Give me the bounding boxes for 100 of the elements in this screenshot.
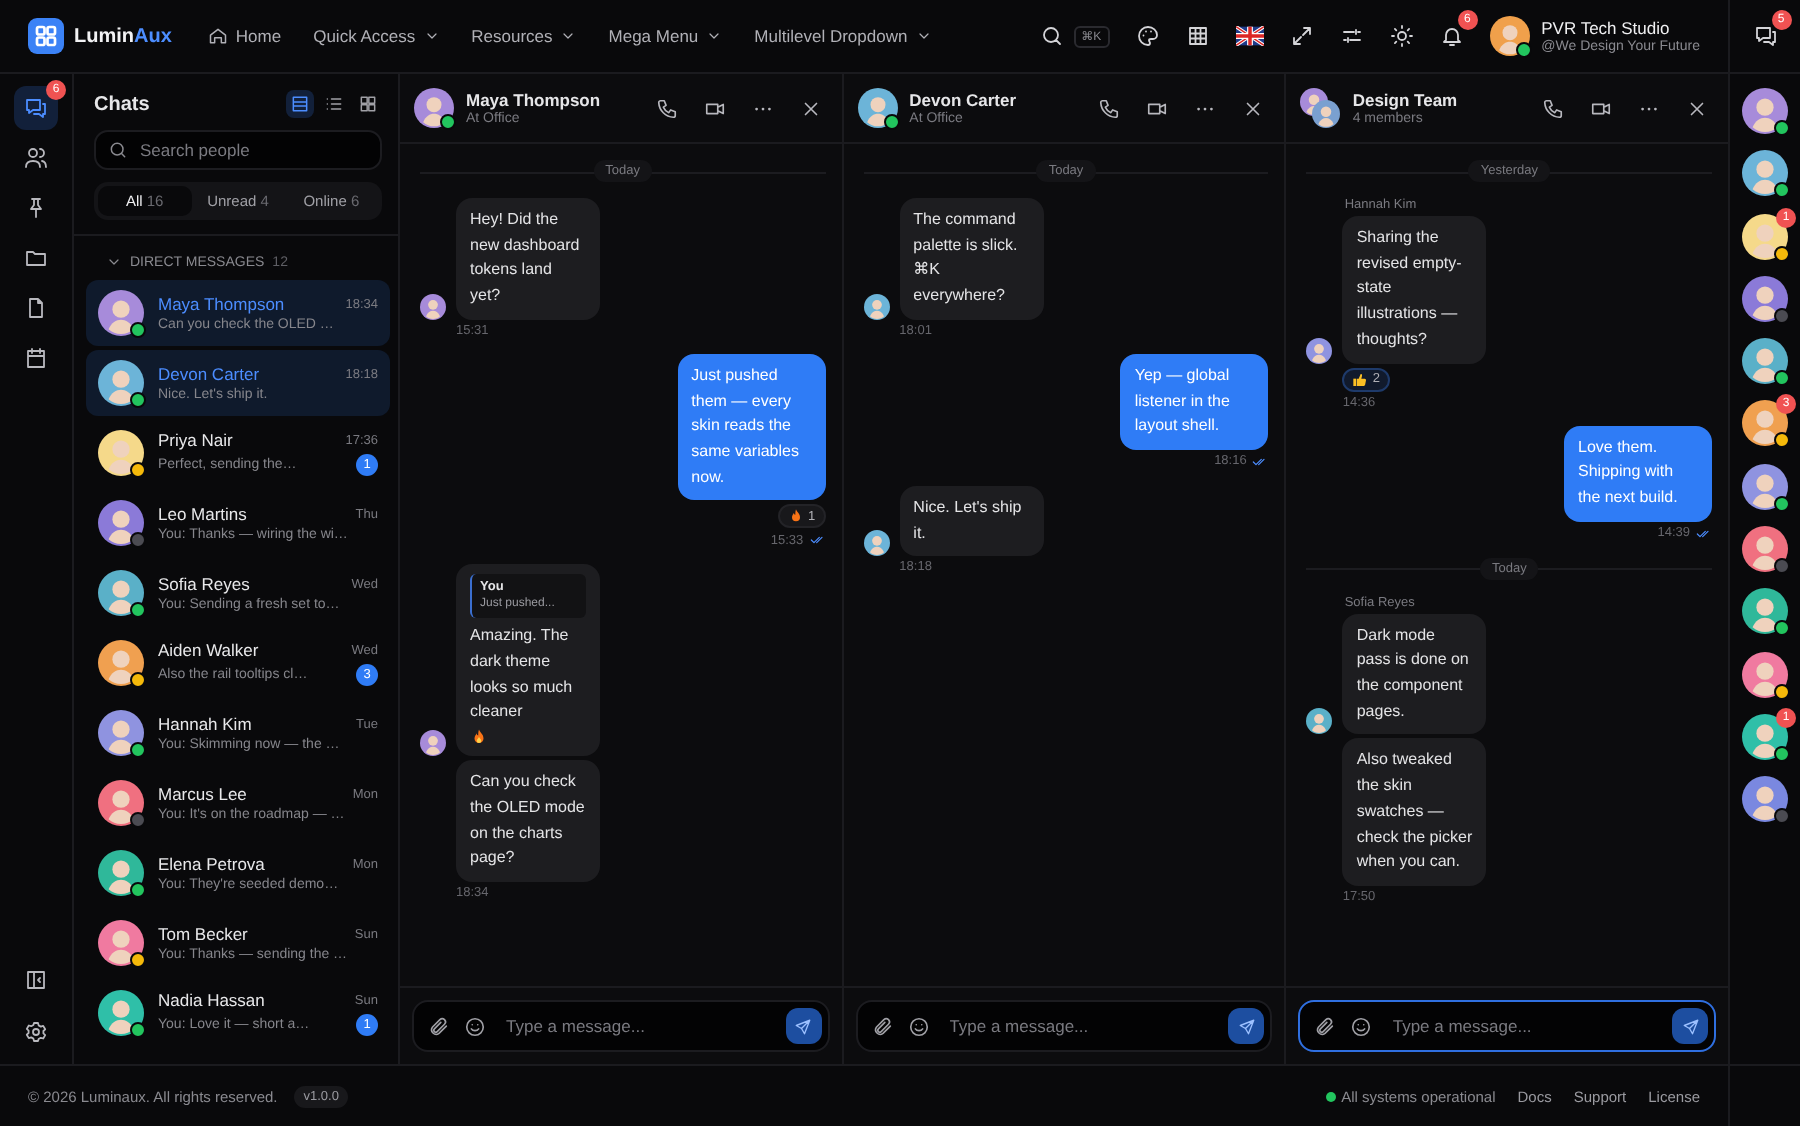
view-toggle[interactable] bbox=[286, 90, 314, 118]
contact-name: Sofia Reyes bbox=[158, 574, 250, 594]
avatar[interactable] bbox=[1742, 338, 1789, 385]
message-bubble: The command palette is slick. ⌘K everywhere? bbox=[899, 198, 1044, 320]
contact-name: Hannah Kim bbox=[158, 714, 252, 734]
users-icon bbox=[24, 146, 48, 170]
avatar bbox=[1312, 100, 1341, 128]
nav-item[interactable]: Quick Access bbox=[313, 26, 440, 46]
flame-icon bbox=[470, 728, 488, 747]
close-icon[interactable] bbox=[1242, 97, 1265, 119]
paperclip-icon[interactable] bbox=[1314, 1015, 1337, 1037]
sidebar-icon[interactable] bbox=[24, 968, 48, 992]
emoji-icon[interactable] bbox=[907, 1015, 930, 1037]
nav-item[interactable]: Home bbox=[207, 26, 282, 46]
avatar[interactable] bbox=[1742, 150, 1789, 197]
search-icon[interactable] bbox=[1039, 24, 1064, 48]
contact-name: Nadia Hassan bbox=[158, 990, 265, 1010]
chat-title: Devon Carter bbox=[909, 90, 1019, 110]
avatar bbox=[863, 293, 890, 320]
message-bubble: Dark mode pass is done on the component pages. bbox=[1342, 613, 1487, 735]
avatar bbox=[98, 780, 144, 826]
thumbs-up-icon bbox=[1352, 371, 1369, 388]
chevron-down-icon bbox=[915, 28, 932, 44]
avatar[interactable] bbox=[1742, 463, 1789, 510]
chat-title: Maya Thompson bbox=[466, 90, 603, 110]
document-icon bbox=[24, 296, 48, 320]
sliders-icon[interactable] bbox=[1339, 24, 1364, 48]
grid-view-icon bbox=[358, 94, 378, 114]
chat-icon bbox=[24, 96, 48, 120]
avatar bbox=[98, 850, 144, 896]
flame-icon bbox=[788, 508, 805, 525]
avatar[interactable] bbox=[1742, 275, 1789, 322]
rows-view-icon bbox=[290, 94, 310, 114]
contact-name: Maya Thompson bbox=[158, 294, 285, 314]
avatar[interactable] bbox=[1742, 88, 1789, 134]
avatar bbox=[98, 710, 144, 756]
grid-icon[interactable] bbox=[1185, 24, 1210, 48]
message-bubble: Can you check the OLED mode on the charts page? bbox=[456, 760, 600, 882]
nav-item[interactable]: Mega Menu bbox=[608, 26, 723, 46]
message-field[interactable]: Type a message... bbox=[412, 1000, 830, 1052]
avatar bbox=[420, 293, 446, 320]
avatar bbox=[98, 570, 144, 616]
search-field[interactable]: Search people bbox=[94, 130, 382, 170]
calendar-icon bbox=[24, 346, 48, 370]
avatar[interactable] bbox=[1742, 651, 1789, 698]
avatar bbox=[98, 990, 144, 1036]
chevron-down-icon[interactable] bbox=[106, 254, 122, 270]
contact-name: Priya Nair bbox=[158, 430, 233, 450]
logo-icon bbox=[28, 18, 64, 54]
message-bubble: Just pushed them — every skin reads the same variables now. bbox=[677, 353, 826, 501]
paperclip-icon[interactable] bbox=[428, 1015, 450, 1037]
contact-name: Leo Martins bbox=[158, 504, 247, 524]
send-button[interactable] bbox=[1228, 1008, 1265, 1044]
message-field[interactable]: Type a message... bbox=[855, 1000, 1273, 1052]
search-icon bbox=[108, 140, 128, 160]
contact-name: Marcus Lee bbox=[158, 784, 247, 804]
chat-icon[interactable] bbox=[1753, 24, 1777, 48]
phone-icon[interactable] bbox=[1098, 97, 1121, 119]
sun-icon[interactable] bbox=[1389, 24, 1414, 48]
list-view-icon bbox=[324, 94, 344, 114]
emoji-icon[interactable] bbox=[464, 1015, 486, 1037]
phone-icon[interactable] bbox=[1542, 97, 1565, 119]
avatar[interactable] bbox=[1742, 526, 1789, 573]
home-icon bbox=[207, 26, 228, 46]
settings-icon[interactable] bbox=[24, 1020, 48, 1044]
phone-icon[interactable] bbox=[655, 97, 678, 119]
nav-item[interactable]: Resources bbox=[471, 26, 577, 46]
avatar bbox=[857, 88, 898, 128]
avatar bbox=[98, 640, 144, 686]
avatar bbox=[414, 88, 454, 128]
expand-icon[interactable] bbox=[1289, 24, 1314, 48]
avatar bbox=[98, 500, 144, 546]
avatar[interactable] bbox=[1742, 588, 1789, 635]
user-name: PVR Tech Studio bbox=[1541, 18, 1672, 38]
chevron-down-icon bbox=[423, 28, 440, 44]
avatar bbox=[1306, 708, 1333, 735]
contact-name: Aiden Walker bbox=[158, 640, 259, 660]
message-bubble: Yep — global listener in the layout shell. bbox=[1120, 353, 1269, 450]
send-icon bbox=[794, 1017, 813, 1035]
nav-item[interactable]: Multilevel Dropdown bbox=[754, 26, 932, 46]
message-field[interactable]: Type a message... bbox=[1298, 1000, 1717, 1052]
avatar[interactable] bbox=[1489, 16, 1530, 56]
send-icon bbox=[1237, 1017, 1256, 1035]
avatar bbox=[98, 360, 144, 406]
close-icon[interactable] bbox=[799, 97, 822, 119]
contact-name: Tom Becker bbox=[158, 924, 248, 944]
chevron-down-icon bbox=[706, 28, 723, 44]
send-button[interactable] bbox=[1672, 1008, 1709, 1044]
palette-icon[interactable] bbox=[1135, 24, 1160, 48]
emoji-icon[interactable] bbox=[1350, 1015, 1373, 1037]
paperclip-icon[interactable] bbox=[871, 1015, 894, 1037]
panel-title: Chats bbox=[94, 93, 150, 115]
avatar[interactable] bbox=[1742, 776, 1789, 823]
avatar bbox=[1306, 337, 1333, 364]
chat-title: Design Team bbox=[1352, 90, 1460, 110]
close-icon[interactable] bbox=[1686, 97, 1709, 119]
flag-icon[interactable] bbox=[1235, 26, 1264, 46]
send-button[interactable] bbox=[785, 1008, 822, 1044]
message-bubble: Also tweaked the skin swatches — check the picker when you can. bbox=[1342, 738, 1487, 886]
bell-icon[interactable] bbox=[1439, 24, 1464, 48]
